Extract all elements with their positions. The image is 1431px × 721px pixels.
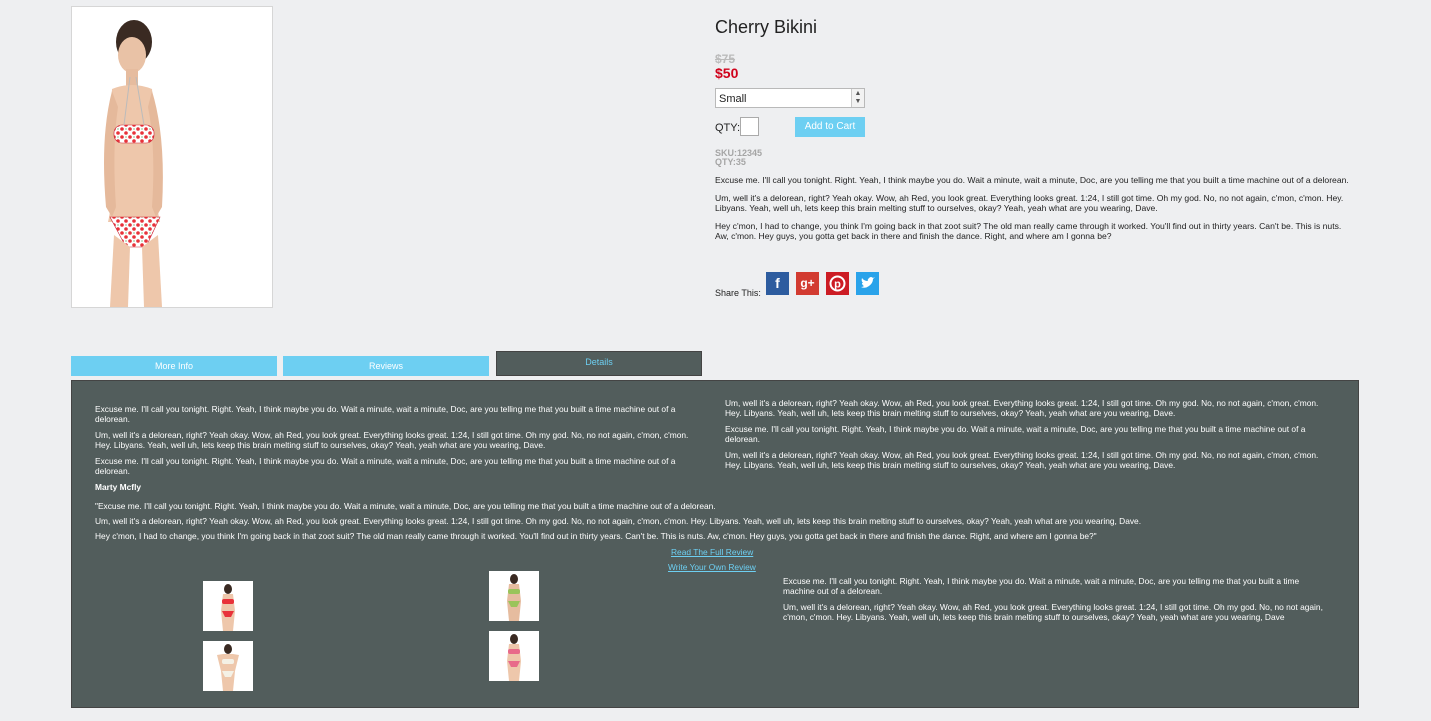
google-plus-icon[interactable]: g+ xyxy=(796,272,819,295)
product-thumbnail[interactable] xyxy=(489,571,539,621)
stock-qty-text: QTY:35 xyxy=(715,157,746,167)
twitter-icon[interactable] xyxy=(856,272,879,295)
tab-reviews[interactable]: Reviews xyxy=(283,356,489,376)
review-paragraph: "Excuse me. I'll call you tonight. Right… xyxy=(95,501,716,511)
product-main-image[interactable] xyxy=(71,6,273,308)
details-paragraph: Excuse me. I'll call you tonight. Right.… xyxy=(725,424,1306,444)
details-paragraph: Um, well it's a delorean, right? Yeah ok… xyxy=(783,602,1323,622)
product-thumbnail[interactable] xyxy=(489,631,539,681)
qty-input[interactable] xyxy=(740,117,759,136)
details-paragraph: Excuse me. I'll call you tonight. Right.… xyxy=(95,404,676,424)
review-paragraph: Um, well it's a delorean, right? Yeah ok… xyxy=(95,516,1142,526)
description-paragraph: Um, well it's a delorean, right? Yeah ok… xyxy=(715,193,1344,213)
svg-text:p: p xyxy=(834,279,841,291)
details-paragraph: Um, well it's a delorean, right? Yeah ok… xyxy=(95,430,689,450)
details-left-column: Excuse me. I'll call you tonight. Right.… xyxy=(95,404,707,482)
size-select[interactable]: Small ▲ ▼ xyxy=(715,88,865,108)
reviewer-name: Marty Mcfly xyxy=(95,482,142,492)
share-label: Share This: xyxy=(715,288,761,298)
tab-details[interactable]: Details xyxy=(496,351,702,376)
review-paragraph: Hey c'mon, I had to change, you think I'… xyxy=(95,531,1097,541)
original-price: $75 xyxy=(715,52,736,66)
sale-price: $50 xyxy=(715,65,739,81)
details-bottom-text: Excuse me. I'll call you tonight. Right.… xyxy=(783,576,1323,628)
facebook-icon[interactable]: f xyxy=(766,272,789,295)
review-text: "Excuse me. I'll call you tonight. Right… xyxy=(95,501,1195,546)
product-description: Excuse me. I'll call you tonight. Right.… xyxy=(715,175,1355,249)
description-paragraph: Excuse me. I'll call you tonight. Right.… xyxy=(715,175,1349,185)
qty-label: QTY: xyxy=(715,122,741,134)
size-select-value: Small xyxy=(719,93,747,105)
description-paragraph: Hey c'mon, I had to change, you think I'… xyxy=(715,221,1342,241)
select-arrows-icon: ▲ ▼ xyxy=(851,89,864,107)
product-thumbnail[interactable] xyxy=(203,581,253,631)
write-review-link[interactable]: Write Your Own Review xyxy=(668,562,756,572)
details-paragraph: Excuse me. I'll call you tonight. Right.… xyxy=(783,576,1300,596)
details-paragraph: Um, well it's a delorean, right? Yeah ok… xyxy=(725,398,1319,418)
details-panel: Excuse me. I'll call you tonight. Right.… xyxy=(71,380,1359,708)
pinterest-icon[interactable]: p xyxy=(826,272,849,295)
details-right-column: Um, well it's a delorean, right? Yeah ok… xyxy=(725,398,1337,476)
add-to-cart-button[interactable]: Add to Cart xyxy=(795,117,865,137)
details-paragraph: Excuse me. I'll call you tonight. Right.… xyxy=(95,456,676,476)
details-paragraph: Um, well it's a delorean, right? Yeah ok… xyxy=(725,450,1319,470)
tab-more-info[interactable]: More Info xyxy=(71,356,277,376)
product-thumbnail[interactable] xyxy=(203,641,253,691)
product-title: Cherry Bikini xyxy=(715,17,818,37)
read-full-review-link[interactable]: Read The Full Review xyxy=(671,547,753,557)
